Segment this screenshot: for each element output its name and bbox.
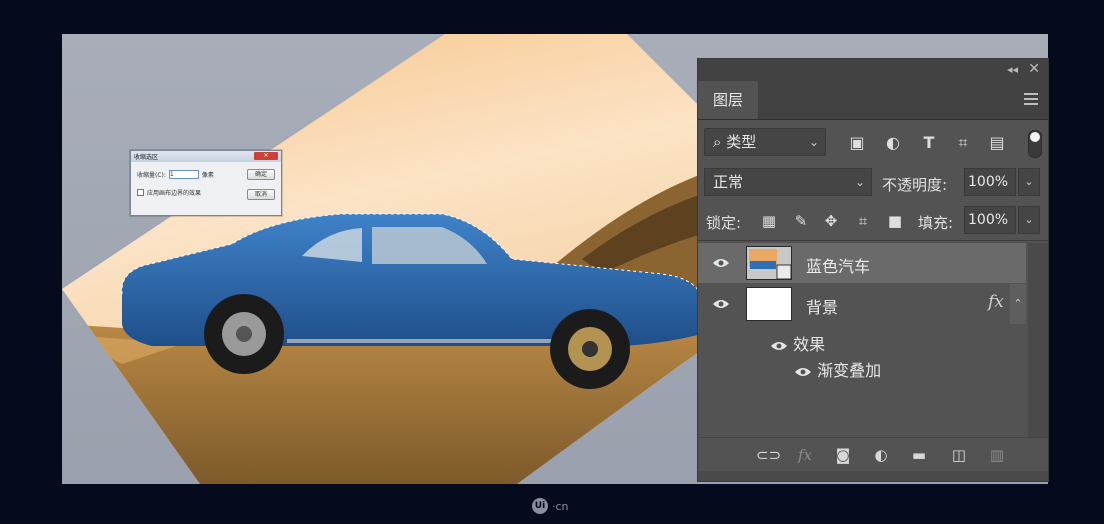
effect-item-label: 渐变叠加 xyxy=(817,361,882,380)
amount-input[interactable]: 1 xyxy=(168,170,199,179)
layer-thumbnail xyxy=(746,246,792,280)
blend-row: 正常 ⌄ 不透明度: 100% ⌄ xyxy=(698,164,1048,200)
lock-move-icon[interactable]: ✥ xyxy=(822,212,840,230)
panel-menu-icon[interactable] xyxy=(1024,93,1038,108)
filter-row: ⌕ 类型 ⌄ ▣ ◐ T ⌗ ▤ xyxy=(698,120,1048,164)
contract-selection-dialog: 收缩选区 ✕ 收缩量(C): 1 像素 应用画布边界的效果 确定 取消 xyxy=(130,150,282,216)
eye-icon[interactable] xyxy=(712,257,730,269)
adjustment-icon[interactable]: ◐ xyxy=(870,446,892,464)
fill-input[interactable]: 100% xyxy=(964,206,1016,234)
lock-artboard-icon[interactable]: ⌗ xyxy=(854,212,872,230)
watermark: Ui ·cn xyxy=(532,498,569,514)
search-icon: ⌕ xyxy=(713,133,722,151)
cancel-button[interactable]: 取消 xyxy=(247,189,275,200)
dialog-apply-row: 应用画布边界的效果 xyxy=(137,188,201,197)
chevron-up-icon[interactable]: ⌃ xyxy=(1010,284,1026,324)
collapse-icon[interactable]: ◂◂ xyxy=(1007,63,1018,76)
ok-button[interactable]: 确定 xyxy=(247,169,275,180)
chevron-down-icon: ⌄ xyxy=(808,135,819,149)
layers-panel: ◂◂ ✕ 图层 ⌕ 类型 ⌄ ▣ ◐ T ⌗ ▤ 正常 ⌄ 不透明度: 100%… xyxy=(697,58,1049,482)
opacity-input[interactable]: 100% xyxy=(964,168,1016,196)
panel-tabbar: 图层 xyxy=(698,81,1048,120)
eye-icon[interactable] xyxy=(794,366,812,378)
chevron-down-icon: ⌄ xyxy=(854,175,865,189)
effects-label: 效果 xyxy=(793,335,826,354)
panel-resize-grip[interactable] xyxy=(698,471,1048,481)
lock-label: 锁定: xyxy=(706,214,742,232)
mask-icon[interactable]: ◙ xyxy=(832,446,854,464)
unit-label: 像素 xyxy=(201,172,214,179)
filter-type-select[interactable]: ⌕ 类型 ⌄ xyxy=(704,128,826,156)
filter-toggle[interactable] xyxy=(1028,130,1042,158)
adjustment-filter-icon[interactable]: ◐ xyxy=(884,134,902,152)
text-filter-icon[interactable]: T xyxy=(920,134,938,152)
trash-icon[interactable]: ▥ xyxy=(986,446,1008,464)
watermark-logo: Ui xyxy=(532,498,548,514)
layer-name: 背景 xyxy=(806,298,839,317)
link-icon[interactable]: ⊂⊃ xyxy=(756,446,781,464)
image-filter-icon[interactable]: ▣ xyxy=(848,134,866,152)
close-icon[interactable]: ✕ xyxy=(1028,61,1040,77)
blend-mode-select[interactable]: 正常 ⌄ xyxy=(704,168,872,196)
tab-layers[interactable]: 图层 xyxy=(698,81,758,119)
apply-canvas-checkbox[interactable] xyxy=(137,189,144,196)
blend-mode-value: 正常 xyxy=(713,173,744,191)
fill-label: 填充: xyxy=(918,214,954,232)
effects-row[interactable]: 效果 xyxy=(770,331,825,355)
layer-row-background[interactable]: 背景 fx ⌃ xyxy=(698,284,1026,324)
fx-icon[interactable]: fx xyxy=(988,292,1004,312)
layer-thumbnail xyxy=(746,287,792,321)
dialog-amount-row: 收缩量(C): 1 像素 xyxy=(137,170,214,179)
layer-list: 蓝色汽车 背景 fx ⌃ 效果 渐变叠加 xyxy=(698,243,1048,439)
lock-transparent-icon[interactable]: ▦ xyxy=(760,212,778,230)
eye-icon[interactable] xyxy=(712,298,730,310)
panel-footer: ⊂⊃ fx ◙ ◐ ▬ ◫ ▥ xyxy=(698,437,1048,472)
fill-dropdown-icon[interactable]: ⌄ xyxy=(1018,206,1040,234)
watermark-text: ·cn xyxy=(552,499,569,513)
layer-row-car[interactable]: 蓝色汽车 xyxy=(698,243,1026,283)
amount-label: 收缩量(C): xyxy=(137,172,166,179)
layer-list-scrollbar[interactable] xyxy=(1028,243,1048,439)
lock-row: 锁定: ▦ ✎ ✥ ⌗ ■ 填充: 100% ⌄ xyxy=(698,200,1048,241)
opacity-dropdown-icon[interactable]: ⌄ xyxy=(1018,168,1040,196)
lock-all-icon[interactable]: ■ xyxy=(886,212,904,230)
eye-icon[interactable] xyxy=(770,340,788,352)
opacity-label: 不透明度: xyxy=(882,176,948,194)
smart-object-filter-icon[interactable]: ▤ xyxy=(988,134,1006,152)
folder-icon[interactable]: ▬ xyxy=(908,446,930,464)
filter-type-value: 类型 xyxy=(726,133,757,151)
fx-icon[interactable]: fx xyxy=(794,446,816,464)
new-layer-icon[interactable]: ◫ xyxy=(948,446,970,464)
gradient-overlay-row[interactable]: 渐变叠加 xyxy=(794,357,881,381)
shape-filter-icon[interactable]: ⌗ xyxy=(954,134,972,152)
panel-header: ◂◂ ✕ xyxy=(698,59,1048,81)
layer-name: 蓝色汽车 xyxy=(806,257,871,276)
lock-brush-icon[interactable]: ✎ xyxy=(792,212,810,230)
dialog-close-button[interactable]: ✕ xyxy=(254,152,278,160)
apply-canvas-label: 应用画布边界的效果 xyxy=(147,190,202,197)
